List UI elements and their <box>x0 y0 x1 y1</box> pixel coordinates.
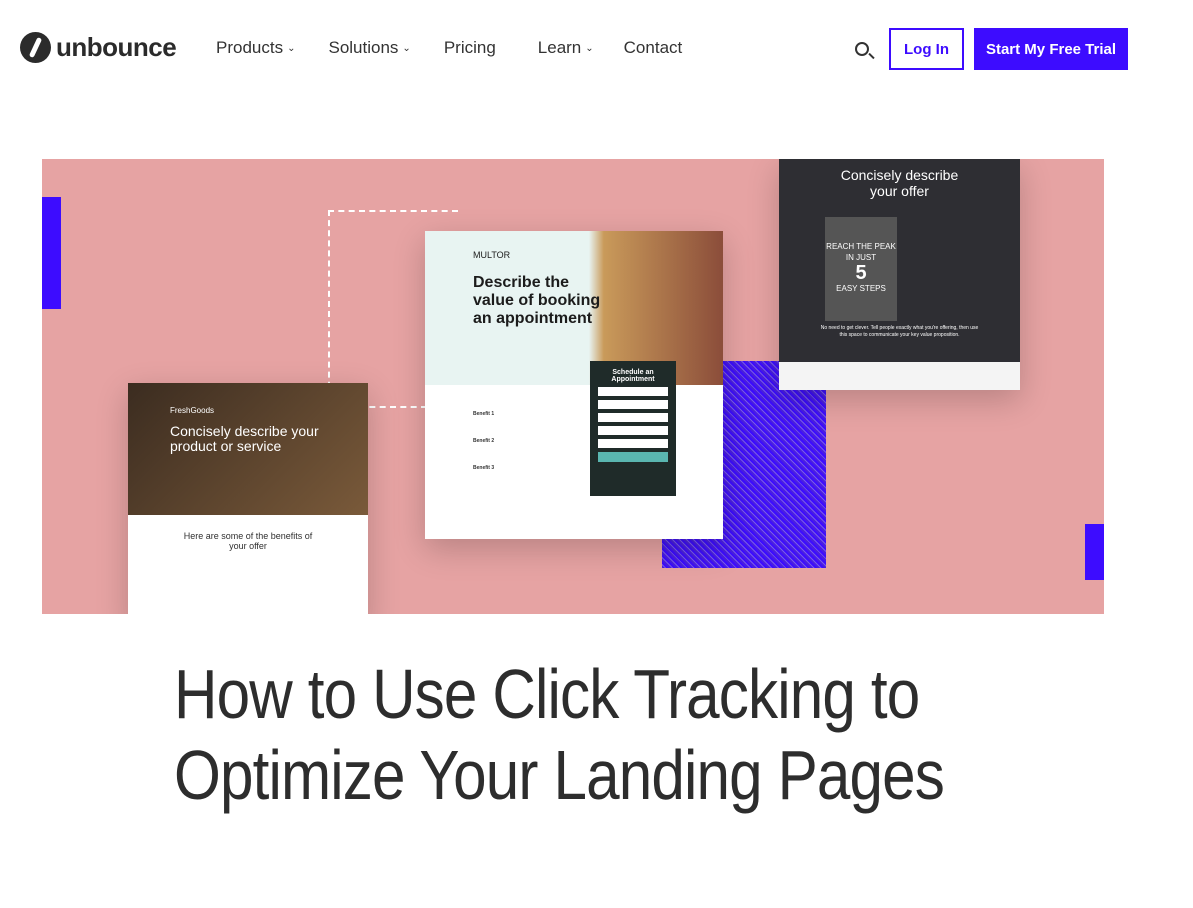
mockup-brand: FreshGoods <box>170 406 215 415</box>
mockup-book: REACH THE PEAK IN JUST 5 EASY STEPS <box>825 217 897 321</box>
mockup-form: Schedule an Appointment <box>590 361 676 496</box>
menu-learn[interactable]: Learn ⌄ <box>538 38 594 58</box>
chevron-down-icon: ⌄ <box>585 42 594 54</box>
mockup-benefit: Benefit 2 <box>473 438 495 444</box>
chevron-down-icon: ⌄ <box>402 42 411 54</box>
book-number: 5 <box>855 262 867 284</box>
menu-solutions[interactable]: Solutions ⌄ <box>328 38 410 58</box>
menu-label: Learn <box>537 38 582 57</box>
top-nav: unbounce Products ⌄ Solutions ⌄ Pricing Le… <box>0 0 1193 98</box>
menu-pricing[interactable]: Pricing <box>444 38 496 58</box>
start-free-trial-button[interactable]: Start My Free Trial <box>974 28 1128 70</box>
accent-bar <box>42 197 61 309</box>
logo-mark-icon <box>20 32 51 63</box>
mockup-headline: Concisely describe your product or servi… <box>170 423 319 454</box>
mockup-benefit: Benefit 1 <box>473 411 495 417</box>
book-text: EASY STEPS <box>836 284 886 293</box>
menu-products[interactable]: Products ⌄ <box>216 38 295 58</box>
hero-image: FreshGoods Concisely describe your produc… <box>42 159 1104 614</box>
login-button[interactable]: Log In <box>889 28 964 70</box>
book-text: REACH THE PEAK IN JUST <box>826 242 896 262</box>
mockup-brand: MULTOR <box>473 250 511 260</box>
article-title: How to Use Click Tracking to Optimize Yo… <box>174 655 945 814</box>
mockup-benefits-title: Here are some of the benefits of your of… <box>183 531 313 551</box>
mockup-benefit: Benefit 3 <box>473 465 495 471</box>
landing-page-mockup-right: Concisely describe your offer REACH THE … <box>779 159 1020 390</box>
menu-contact[interactable]: Contact <box>624 38 683 58</box>
mockup-headline: Describe the value of booking an appoint… <box>473 274 601 327</box>
mockup-headline: Concisely describe your offer <box>840 167 959 199</box>
menu-label: Solutions <box>328 38 399 57</box>
main-menu: Products ⌄ Solutions ⌄ Pricing Learn ⌄ Cont… <box>216 38 715 58</box>
mockup-form-title: Schedule an Appointment <box>611 369 655 383</box>
search-icon[interactable] <box>855 42 869 56</box>
menu-label: Products <box>216 38 284 57</box>
logo-text: unbounce <box>56 32 177 62</box>
menu-label: Pricing <box>443 38 496 57</box>
chevron-down-icon: ⌄ <box>287 42 296 54</box>
landing-page-mockup-left: FreshGoods Concisely describe your produc… <box>128 383 368 614</box>
unbounce-logo[interactable]: unbounce <box>20 32 177 63</box>
menu-label: Contact <box>623 38 683 57</box>
landing-page-mockup-center: MULTOR Describe the value of booking an a… <box>425 231 723 539</box>
accent-bar <box>1085 524 1104 580</box>
mockup-footer-text: No need to get clever. Tell people exact… <box>820 325 979 338</box>
